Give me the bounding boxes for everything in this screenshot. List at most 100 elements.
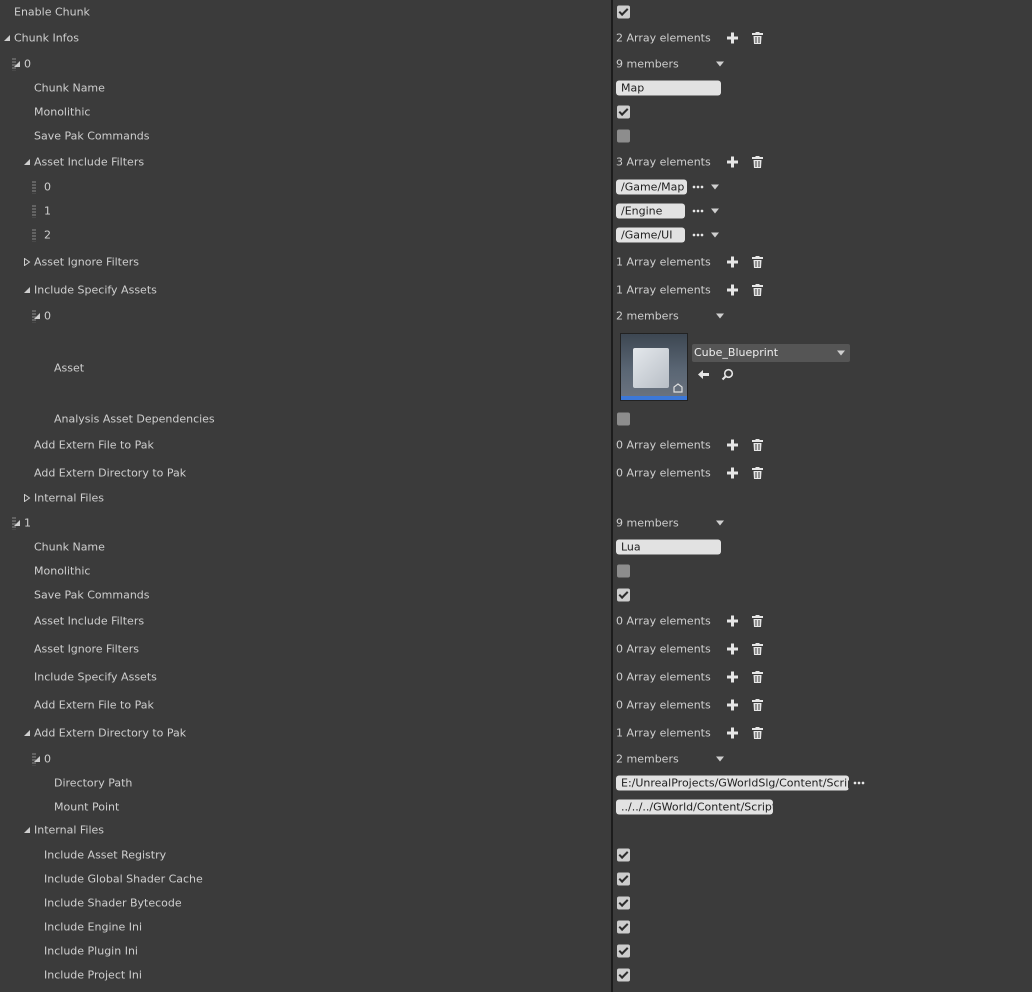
- property-name-cell: 1: [0, 199, 611, 223]
- chevron-down-icon[interactable]: [837, 350, 845, 356]
- add-element-icon[interactable]: [727, 699, 738, 711]
- add-element-icon[interactable]: [727, 439, 738, 451]
- text-input[interactable]: Lua: [616, 539, 721, 555]
- drag-handle-icon[interactable]: [32, 204, 36, 218]
- drag-handle-icon[interactable]: [32, 228, 36, 242]
- property-name-cell: Mount Point: [0, 795, 611, 819]
- add-element-icon[interactable]: [727, 32, 738, 43]
- property-value-cell: [613, 0, 1032, 24]
- text-input[interactable]: Map: [616, 80, 721, 96]
- delete-all-icon[interactable]: [752, 156, 763, 168]
- property-label: 0: [24, 57, 31, 70]
- property-name-cell: Add Extern Directory to Pak: [0, 720, 611, 746]
- asset-type-bar: [621, 396, 687, 400]
- path-input[interactable]: /Game/UI: [616, 227, 685, 243]
- checkbox[interactable]: [617, 564, 630, 578]
- chevron-down-icon[interactable]: [716, 756, 724, 761]
- property-name-cell: Asset: [0, 331, 611, 404]
- property-value-cell: [613, 867, 1032, 891]
- checkbox[interactable]: [617, 129, 630, 143]
- expanded-arrow-icon[interactable]: [3, 34, 11, 42]
- delete-all-icon[interactable]: [752, 439, 763, 451]
- add-element-icon[interactable]: [727, 727, 738, 739]
- asset-thumbnail[interactable]: [620, 333, 688, 401]
- property-value-cell: [613, 891, 1032, 915]
- property-row: Add Extern File to Pak 0 Array elements: [0, 432, 1032, 458]
- expanded-arrow-icon[interactable]: [13, 519, 21, 527]
- add-element-icon[interactable]: [727, 643, 738, 655]
- expanded-arrow-icon[interactable]: [13, 60, 21, 68]
- delete-all-icon[interactable]: [752, 615, 763, 627]
- delete-all-icon[interactable]: [752, 671, 763, 683]
- property-name-cell: Include Plugin Ini: [0, 939, 611, 963]
- chevron-down-icon[interactable]: [711, 184, 719, 190]
- expanded-arrow-icon[interactable]: [33, 312, 41, 320]
- checkbox[interactable]: [617, 848, 630, 862]
- property-row: Chunk Infos 2 Array elements: [0, 25, 1032, 50]
- browse-dots-icon[interactable]: [692, 185, 704, 189]
- chevron-down-icon[interactable]: [716, 61, 724, 66]
- expanded-arrow-icon[interactable]: [33, 755, 41, 763]
- add-element-icon[interactable]: [727, 156, 738, 168]
- delete-all-icon[interactable]: [752, 727, 763, 739]
- text-input[interactable]: E:/UnrealProjects/GWorldSlg/Content/Scri…: [616, 775, 849, 791]
- browse-dots-icon[interactable]: [692, 233, 704, 237]
- use-selected-arrow-icon[interactable]: [697, 368, 710, 381]
- checkbox[interactable]: [617, 5, 630, 19]
- property-row: Include Global Shader Cache: [0, 867, 1032, 891]
- chevron-down-icon[interactable]: [716, 520, 724, 525]
- property-name-cell: Include Global Shader Cache: [0, 867, 611, 891]
- add-element-icon[interactable]: [727, 284, 738, 296]
- property-value-cell: ../../../GWorld/Content/Script: [613, 795, 1032, 819]
- cube-preview: [633, 348, 669, 388]
- chevron-down-icon[interactable]: [711, 232, 719, 238]
- asset-picker-combo[interactable]: Cube_Blueprint: [692, 344, 850, 362]
- drag-handle-icon[interactable]: [32, 180, 36, 194]
- delete-all-icon[interactable]: [752, 699, 763, 711]
- property-name-cell: 0: [0, 175, 611, 199]
- delete-all-icon[interactable]: [752, 467, 763, 479]
- property-row: Add Extern Directory to Pak 1 Array eleme…: [0, 720, 1032, 746]
- delete-all-icon[interactable]: [752, 284, 763, 296]
- path-input[interactable]: /Engine: [616, 203, 685, 219]
- chevron-down-icon[interactable]: [711, 208, 719, 214]
- expanded-arrow-icon[interactable]: [23, 826, 31, 834]
- property-row: Include Shader Bytecode: [0, 891, 1032, 915]
- property-row: 2/Game/UI: [0, 223, 1032, 247]
- expanded-arrow-icon[interactable]: [23, 158, 31, 166]
- expanded-arrow-icon[interactable]: [23, 286, 31, 294]
- checkbox[interactable]: [617, 105, 630, 119]
- collapsed-arrow-icon[interactable]: [23, 494, 31, 502]
- path-input[interactable]: /Game/Map: [616, 179, 687, 195]
- browse-dots-icon[interactable]: [853, 781, 865, 785]
- checkbox[interactable]: [617, 896, 630, 910]
- text-input[interactable]: ../../../GWorld/Content/Script: [616, 799, 773, 815]
- property-row: Asset Cube_Blueprint: [0, 331, 1032, 404]
- browse-search-icon[interactable]: [721, 368, 734, 381]
- property-value-cell: [613, 100, 1032, 124]
- collapsed-arrow-icon[interactable]: [23, 258, 31, 266]
- property-value-cell: 0 Array elements: [613, 692, 1032, 718]
- add-element-icon[interactable]: [727, 671, 738, 683]
- expanded-arrow-icon[interactable]: [23, 729, 31, 737]
- checkbox[interactable]: [617, 944, 630, 958]
- property-name-cell: Asset Include Filters: [0, 149, 611, 175]
- delete-all-icon[interactable]: [752, 31, 763, 44]
- add-element-icon[interactable]: [727, 615, 738, 627]
- property-label: 1: [44, 204, 51, 218]
- members-count: 9 members: [616, 516, 679, 529]
- column-splitter[interactable]: [611, 0, 613, 992]
- chevron-down-icon[interactable]: [716, 313, 724, 319]
- checkbox[interactable]: [617, 872, 630, 886]
- property-label: Enable Chunk: [14, 5, 90, 19]
- delete-all-icon[interactable]: [752, 256, 763, 268]
- property-row: Include Engine Ini: [0, 915, 1032, 939]
- add-element-icon[interactable]: [727, 256, 738, 268]
- delete-all-icon[interactable]: [752, 643, 763, 655]
- checkbox[interactable]: [617, 968, 630, 982]
- checkbox[interactable]: [617, 412, 630, 426]
- add-element-icon[interactable]: [727, 467, 738, 479]
- checkbox[interactable]: [617, 588, 630, 602]
- checkbox[interactable]: [617, 920, 630, 934]
- browse-dots-icon[interactable]: [692, 209, 704, 213]
